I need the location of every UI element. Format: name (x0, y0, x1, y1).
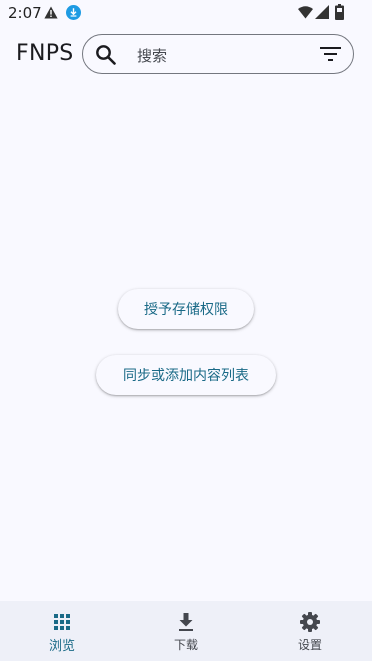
nav-label-settings: 设置 (297, 638, 322, 652)
wifi-icon (298, 6, 313, 19)
warning-icon (44, 6, 58, 19)
app-screen: 2:07 FNPS 搜索 授予存储权限 同步或添加内容列表 浏览 下载 设置 (0, 0, 372, 661)
status-bar: 2:07 (0, 0, 372, 26)
gear-icon (300, 612, 320, 632)
search-bar[interactable]: 搜索 (82, 34, 354, 74)
nav-tab-settings[interactable]: 设置 (248, 601, 372, 661)
app-title: FNPS (16, 41, 74, 66)
filter-icon[interactable] (320, 45, 341, 63)
nav-label-download: 下载 (173, 638, 198, 652)
grid-icon (54, 614, 70, 630)
battery-icon (335, 4, 344, 20)
download-icon (179, 613, 193, 631)
download-status-icon (66, 5, 81, 20)
sync-content-list-button[interactable]: 同步或添加内容列表 (96, 355, 276, 395)
bottom-navigation: 浏览 下载 设置 (0, 601, 372, 661)
nav-tab-download[interactable]: 下载 (124, 601, 248, 661)
status-time: 2:07 (8, 4, 42, 22)
nav-label-browse: 浏览 (48, 639, 75, 654)
search-icon[interactable] (95, 44, 116, 65)
search-input[interactable]: 搜索 (137, 45, 167, 66)
signal-icon (315, 5, 329, 19)
grant-storage-permission-button[interactable]: 授予存储权限 (118, 289, 254, 329)
nav-tab-browse[interactable]: 浏览 (0, 601, 124, 661)
